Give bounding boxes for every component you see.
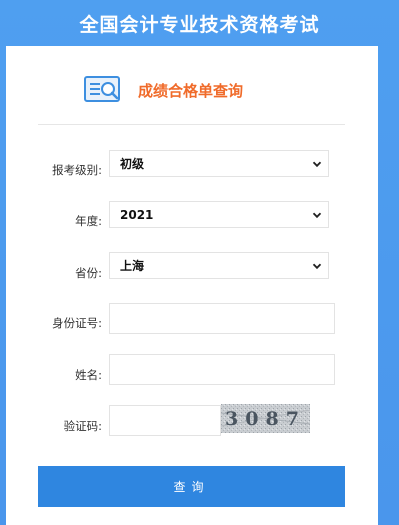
id-label: 身份证号: — [52, 316, 102, 330]
captcha-code: 3087 — [225, 407, 306, 430]
query-button[interactable]: 查询 — [38, 466, 345, 507]
query-panel: 成绩合格单查询 报考级别: 初级 年度: 2021 省份: 上海 身份证号: 姓… — [6, 46, 378, 525]
chevron-down-icon — [312, 263, 322, 269]
name-label: 姓名: — [75, 368, 102, 382]
captcha-label: 验证码: — [63, 419, 102, 433]
captcha-image[interactable]: 3087 — [220, 404, 311, 433]
captcha-input[interactable] — [109, 405, 221, 436]
year-label: 年度: — [75, 214, 102, 228]
document-search-icon — [84, 76, 122, 104]
chevron-down-icon — [312, 212, 322, 218]
year-select[interactable]: 2021 — [109, 201, 329, 228]
province-select[interactable]: 上海 — [109, 252, 329, 279]
chevron-down-icon — [312, 161, 322, 167]
logo-text: 成绩合格单查询 — [138, 81, 244, 100]
divider — [38, 124, 345, 125]
logo-row: 成绩合格单查询 — [84, 73, 243, 107]
page-frame: 全国会计专业技术资格考试 成绩合格单查询 报考级别: 初级 年度: 2021 省… — [0, 0, 399, 525]
level-value: 初级 — [120, 157, 145, 171]
year-value: 2021 — [120, 207, 154, 222]
page-title: 全国会计专业技术资格考试 — [79, 13, 320, 36]
level-label: 报考级别: — [52, 163, 102, 177]
province-value: 上海 — [120, 259, 145, 273]
level-select[interactable]: 初级 — [109, 150, 329, 177]
province-label: 省份: — [75, 266, 102, 280]
id-number-input[interactable] — [109, 303, 335, 334]
name-input[interactable] — [109, 354, 335, 385]
